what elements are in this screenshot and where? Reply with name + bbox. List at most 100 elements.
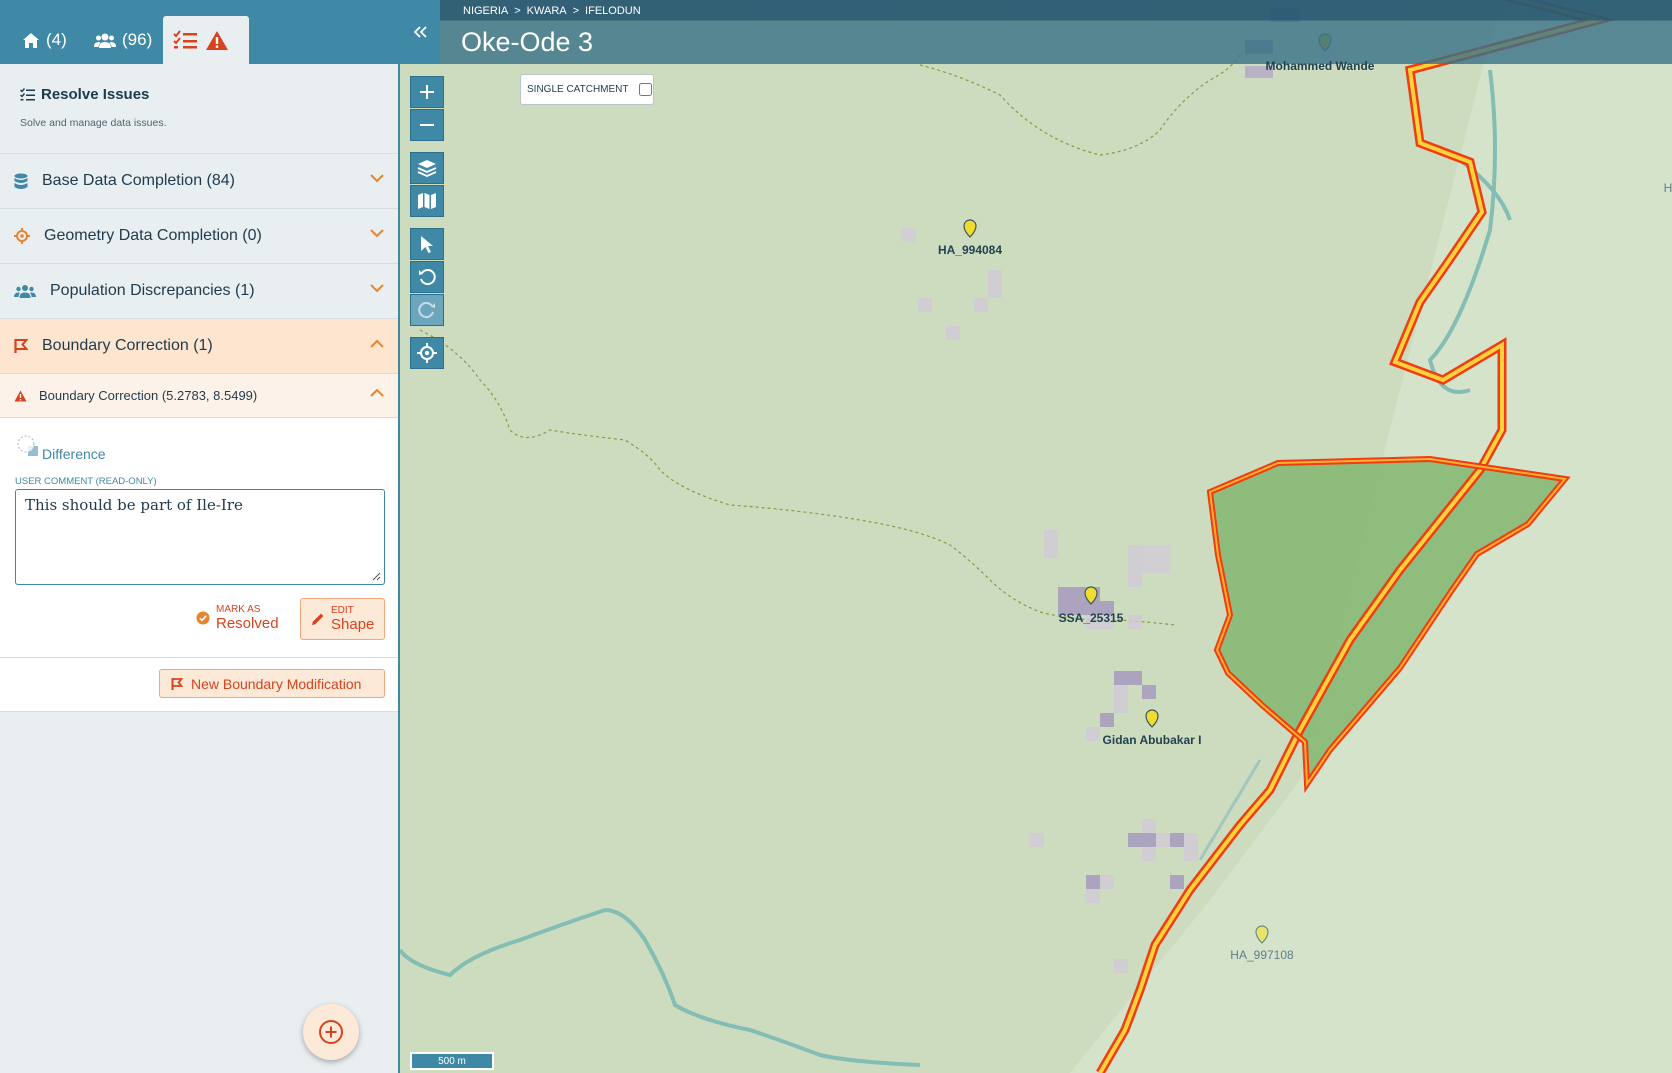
tab-facilities[interactable]: (4) — [12, 16, 77, 64]
resolve-title: Resolve Issues — [20, 86, 378, 103]
cursor-icon — [421, 236, 433, 253]
page-title: Oke-Ode 3 — [461, 27, 594, 57]
minus-icon — [420, 124, 434, 126]
redo-button[interactable] — [410, 294, 444, 326]
redo-icon — [418, 302, 435, 319]
tab-population-label: (96) — [122, 30, 153, 49]
add-fab-button[interactable] — [303, 1004, 359, 1060]
users-icon — [94, 33, 116, 48]
list-check-icon — [20, 88, 35, 101]
map-header: NIGERIA > KWARA > IFELODUN Oke-Ode 3 — [400, 0, 1672, 64]
section-population-discrepancies[interactable]: Population Discrepancies (1) — [0, 264, 398, 319]
user-comment-textarea[interactable]: This should be part of Ile-Ire — [15, 489, 385, 585]
section-geometry-data[interactable]: Geometry Data Completion (0) — [0, 209, 398, 264]
issue-item-title: Boundary Correction (5.2783, 8.5499) — [39, 388, 258, 403]
map-label-gidan-abubakar: Gidan Abubakar I — [1102, 733, 1202, 747]
breadcrumb-country[interactable]: NIGERIA — [463, 5, 508, 17]
mark-resolved-text: MARK AS Resolved — [216, 604, 279, 632]
sidebar: (4) (96) Resolve Issues Solve and manage… — [0, 0, 400, 1073]
track-line — [419, 329, 1176, 626]
edit-label: EDIT — [331, 605, 354, 616]
tab-bar: (4) (96) — [0, 0, 398, 64]
map-view[interactable]: NIGERIA > KWARA > IFELODUN Oke-Ode 3 SIN… — [400, 0, 1672, 1073]
chevron-up-icon — [370, 339, 384, 348]
select-tool-button[interactable] — [410, 228, 444, 260]
undo-button[interactable] — [410, 261, 444, 293]
breadcrumb-separator: > — [572, 5, 580, 17]
zoom-in-button[interactable] — [410, 76, 444, 108]
new-boundary-modification-label: New Boundary Modification — [191, 675, 362, 692]
scale-bar: 500 m — [410, 1052, 494, 1070]
section-base-data[interactable]: Base Data Completion (84) — [0, 154, 398, 209]
track-line — [919, 54, 1241, 156]
zoom-out-button[interactable] — [410, 109, 444, 141]
chevron-up-icon — [370, 388, 384, 397]
boundary-flag-icon — [171, 677, 183, 690]
locate-button[interactable] — [410, 337, 444, 369]
layers-button[interactable] — [410, 152, 444, 184]
edit-shape-text: EDIT Shape — [331, 605, 374, 633]
section-boundary-correction[interactable]: Boundary Correction (1) — [0, 319, 398, 374]
chevron-down-icon — [370, 174, 384, 183]
database-icon — [14, 173, 28, 189]
edit-shape-button[interactable]: EDIT Shape — [300, 598, 385, 640]
section-geometry-data-label: Geometry Data Completion (0) — [44, 227, 262, 244]
difference-legend: Difference — [16, 434, 106, 462]
map-label-ha-997108: HA_997108 — [1230, 948, 1294, 962]
tab-facilities-label: (4) — [46, 30, 67, 49]
check-circle-icon — [196, 611, 210, 625]
map-label-mohammed-wande: Mohammed Wande — [1265, 59, 1375, 73]
resolve-title-text: Resolve Issues — [41, 86, 150, 103]
layers-icon — [417, 160, 437, 177]
people-icon — [14, 284, 36, 298]
home-icon — [23, 32, 39, 48]
map-icon — [418, 193, 436, 209]
section-base-data-label: Base Data Completion (84) — [42, 172, 235, 189]
shape-label: Shape — [331, 616, 375, 633]
resolved-label: Resolved — [216, 615, 279, 632]
breadcrumb: NIGERIA > KWARA > IFELODUN — [463, 5, 641, 17]
issue-detail: Difference USER COMMENT (READ-ONLY) This… — [0, 418, 398, 658]
undo-icon — [419, 269, 436, 286]
user-comment-text: This should be part of Ile-Ire — [25, 496, 243, 514]
river-line — [400, 907, 921, 1067]
breadcrumb-separator: > — [514, 5, 521, 17]
breadcrumb-state[interactable]: KWARA — [527, 5, 567, 17]
user-comment-label: USER COMMENT (READ-ONLY) — [15, 476, 157, 487]
breadcrumb-lga[interactable]: IFELODUN — [585, 5, 641, 17]
pencil-icon — [312, 613, 324, 625]
tab-population[interactable]: (96) — [84, 16, 162, 64]
single-catchment-checkbox[interactable] — [638, 83, 652, 96]
mark-resolved-button[interactable]: MARK AS Resolved — [196, 604, 279, 632]
map-pin-icon — [963, 219, 977, 238]
crosshair-icon — [14, 228, 30, 244]
tab-issues[interactable] — [163, 16, 249, 64]
issue-item-header[interactable]: Boundary Correction (5.2783, 8.5499) — [0, 374, 398, 418]
mark-as-label: MARK AS — [216, 604, 261, 615]
map-label-ssa-25315: SSA_25315 — [1058, 611, 1124, 625]
collapse-sidebar-button[interactable] — [400, 0, 440, 64]
new-modification-row: New Boundary Modification — [0, 658, 398, 712]
new-boundary-modification-button[interactable]: New Boundary Modification — [159, 669, 385, 698]
section-population-discrepancies-label: Population Discrepancies (1) — [50, 282, 255, 299]
map-canvas[interactable] — [400, 0, 1672, 1073]
map-controls — [410, 76, 444, 370]
plus-circle-icon — [319, 1020, 343, 1044]
single-catchment-toggle[interactable]: SINGLE CATCHMENT — [520, 74, 654, 105]
difference-label: Difference — [42, 446, 106, 462]
boundary-flag-icon — [14, 339, 28, 353]
chevron-down-icon — [370, 229, 384, 238]
map-pin-icon — [1145, 709, 1159, 728]
single-catchment-label: SINGLE CATCHMENT — [527, 84, 629, 95]
warning-icon — [14, 390, 27, 401]
section-boundary-correction-label: Boundary Correction (1) — [42, 337, 213, 354]
map-label-ha-994084: HA_994084 — [937, 243, 1003, 257]
difference-icon — [17, 435, 38, 456]
map-label-edge: H — [1663, 181, 1672, 195]
crosshair-icon — [417, 343, 437, 363]
warning-icon — [206, 30, 228, 50]
basemap-button[interactable] — [410, 185, 444, 217]
resolve-subtitle: Solve and manage data issues. — [20, 117, 167, 129]
checklist-icon — [173, 30, 197, 49]
resize-grip-icon[interactable] — [372, 572, 381, 581]
